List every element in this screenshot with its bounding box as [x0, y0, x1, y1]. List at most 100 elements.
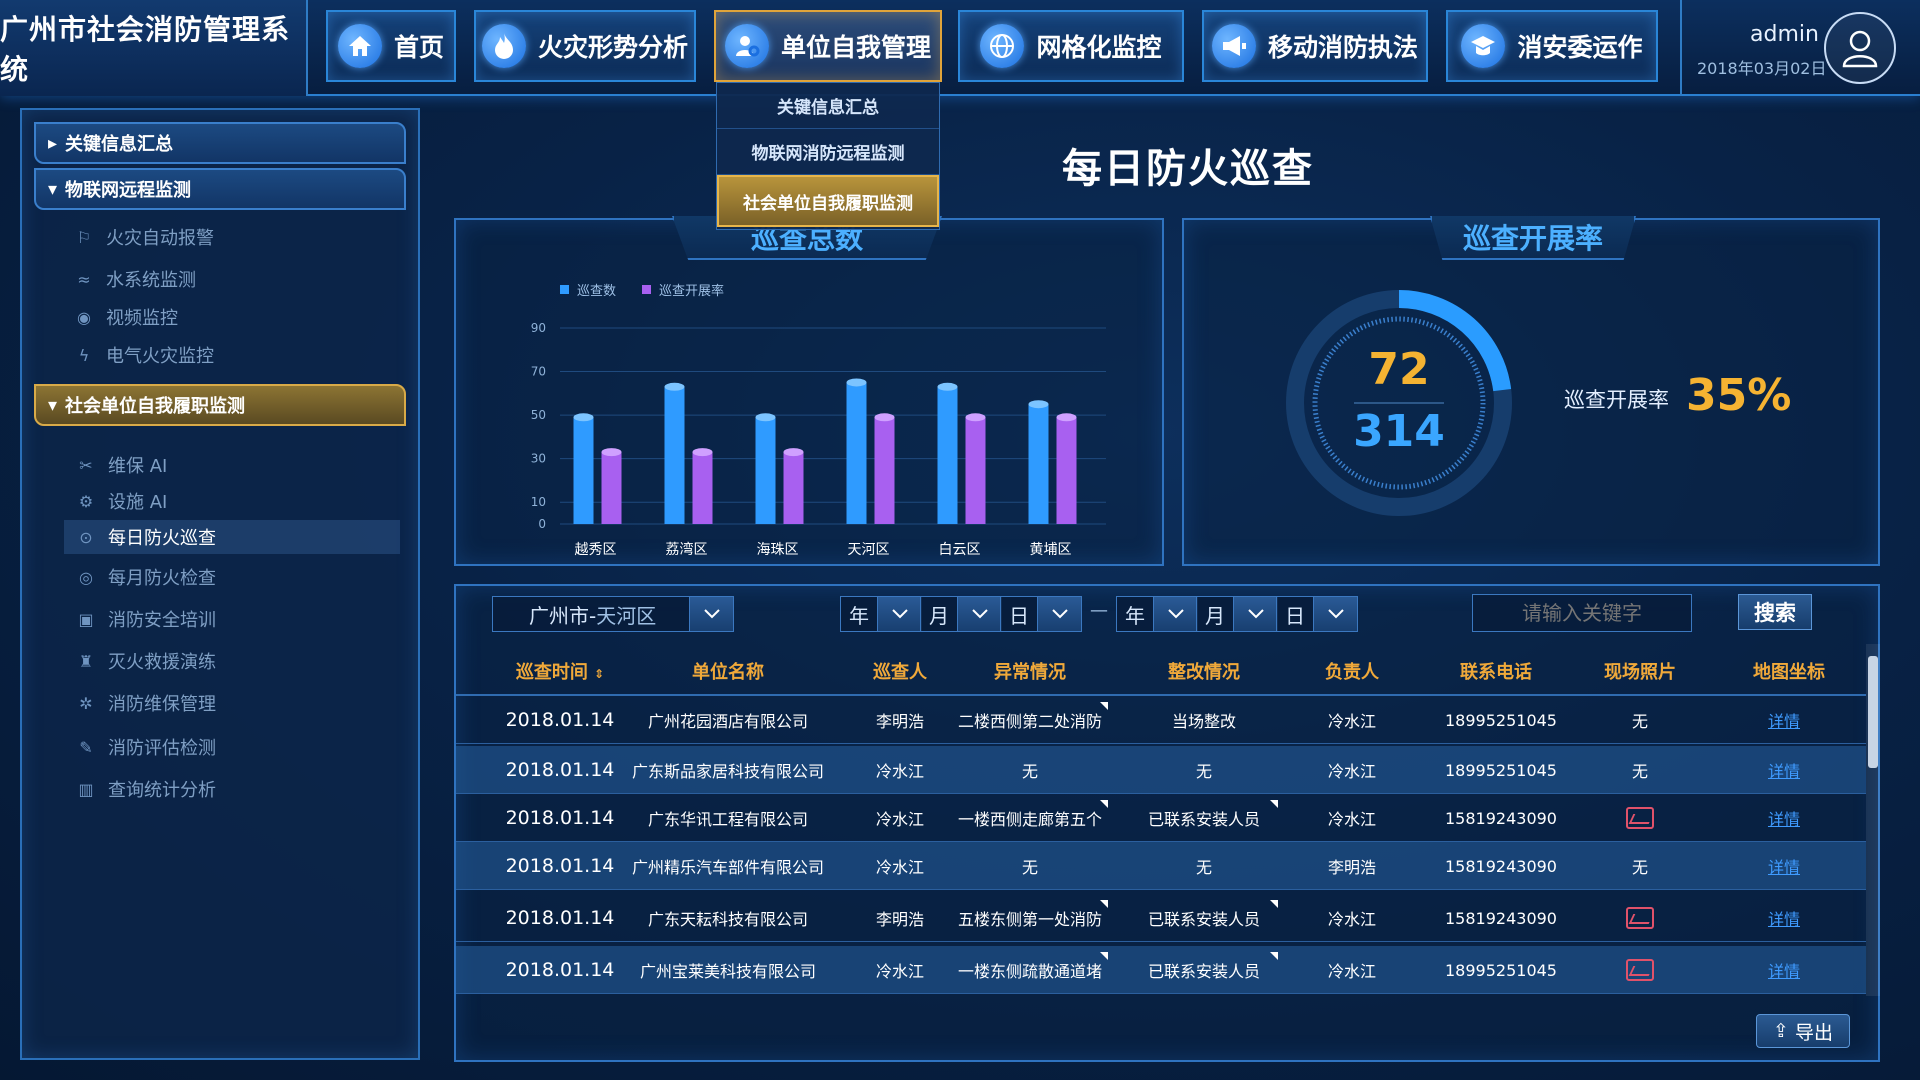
start-day-select[interactable]: 日 — [1000, 596, 1082, 632]
top-header: 广州市社会消防管理系统 首页 火灾形势分析 单位自我管理 网格化监控 移动消防执… — [0, 0, 1920, 96]
start-year-select[interactable]: 年 — [840, 596, 922, 632]
table-cell-abnormal: 一楼西侧走廊第五个 — [957, 810, 1102, 829]
panel-tab-title: 巡查开展率 — [1430, 216, 1636, 260]
tab-fire-analysis[interactable]: 火灾形势分析 — [474, 10, 696, 82]
bar-cap — [1028, 400, 1049, 409]
sidebar-item-label: 消防安全培训 — [108, 610, 216, 631]
search-button[interactable]: 搜索 — [1738, 594, 1812, 630]
tab-mobile-enforcement[interactable]: 移动消防执法 — [1202, 10, 1428, 82]
table-cell-map[interactable]: 详情 — [1734, 746, 1834, 794]
table-row[interactable]: 2018.01.14 广州宝莱美科技有限公司 冷水江 一楼东侧疏散通道堵 已联系安装人员… — [456, 946, 1866, 994]
chevron-down-icon — [877, 597, 921, 631]
table-cell-inspector: 李明浩 — [875, 910, 924, 929]
menu-item-self-duty[interactable]: 社会单位自我履职监测 — [717, 175, 939, 227]
bar — [1028, 404, 1049, 524]
chart-legend: 巡查数 巡查开展率 — [560, 280, 724, 299]
x-tick-label: 越秀区 — [575, 542, 617, 556]
table-cell-photo[interactable] — [1590, 794, 1690, 842]
select-label: 年 — [849, 603, 869, 628]
end-year-select[interactable]: 年 — [1116, 596, 1198, 632]
rate-donut — [1286, 290, 1512, 516]
bar-cap — [783, 448, 804, 457]
sidebar-item-assessment[interactable]: ✎ 消防评估检测 — [74, 730, 216, 764]
image-icon[interactable] — [1626, 959, 1654, 981]
sidebar-item-maintenance-mgmt[interactable]: ✲ 消防维保管理 — [74, 686, 216, 720]
export-icon: ⇪ — [1773, 1020, 1789, 1042]
sidebar-item-monthly-check[interactable]: ◎ 每月防火检查 — [74, 560, 216, 594]
bar-cap — [755, 413, 776, 422]
y-tick-label: 50 — [531, 408, 546, 422]
end-day-select[interactable]: 日 — [1276, 596, 1358, 632]
table-cell-owner: 李明浩 — [1327, 858, 1376, 877]
image-icon[interactable] — [1626, 807, 1654, 829]
table-row[interactable]: 2018.01.14 广东斯品家居科技有限公司 冷水江 无 无 冷水江 1899525104… — [456, 746, 1866, 794]
table-cell-map[interactable]: 详情 — [1734, 842, 1834, 890]
sidebar-group-key-info[interactable]: ▸ 关键信息汇总 — [34, 122, 406, 164]
table-cell-unit: 广东斯品家居科技有限公司 — [631, 762, 824, 781]
bar — [573, 417, 594, 524]
org-chart-icon: ▾ — [48, 178, 58, 200]
tab-safety-committee[interactable]: 消安委运作 — [1446, 10, 1658, 82]
table-cell-inspector: 李明浩 — [875, 712, 924, 731]
table-cell-map[interactable]: 详情 — [1734, 946, 1834, 994]
user-gear-icon — [724, 24, 769, 68]
sidebar-group-self-duty[interactable]: ▾ 社会单位自我履职监测 — [34, 384, 406, 426]
export-button[interactable]: ⇪ 导出 — [1756, 1014, 1850, 1048]
sidebar-item-electrical[interactable]: ϟ 电气火灾监控 — [72, 338, 214, 372]
sidebar-item-label: 维保 AI — [108, 456, 168, 477]
tab-grid-monitoring[interactable]: 网格化监控 — [958, 10, 1184, 82]
sidebar-group-iot[interactable]: ▾ 物联网远程监测 — [34, 168, 406, 210]
table-cell-photo[interactable] — [1590, 894, 1690, 942]
current-date: 2018年03月02日 — [1697, 59, 1827, 78]
tab-unit-self-management[interactable]: 单位自我管理 — [714, 10, 942, 82]
chevron-down-icon — [1153, 597, 1197, 631]
table-cell-map[interactable]: 详情 — [1734, 696, 1834, 744]
rate-value: 35% — [1686, 370, 1792, 421]
lightning-icon: ϟ — [78, 345, 90, 365]
table-cell-owner: 冷水江 — [1327, 962, 1376, 981]
table-row[interactable]: 2018.01.14 广州精乐汽车部件有限公司 冷水江 无 无 李明浩 1581924309… — [456, 842, 1866, 890]
table-cell-photo: 无 — [1631, 762, 1648, 781]
legend-label: 巡查开展率 — [659, 284, 725, 299]
image-icon[interactable] — [1626, 907, 1654, 929]
table-row[interactable]: 2018.01.14 广州花园酒店有限公司 李明浩 二楼西侧第二处消防 当场整改 冷水江 1… — [456, 696, 1866, 744]
table-cell-map[interactable]: 详情 — [1734, 794, 1834, 842]
table-cell-unit: 广州花园酒店有限公司 — [647, 712, 808, 731]
sidebar-item-water-system[interactable]: ≈ 水系统监测 — [72, 262, 196, 296]
tab-home[interactable]: 首页 — [326, 10, 456, 82]
table-cell-map[interactable]: 详情 — [1734, 894, 1834, 942]
sidebar-item-maintenance-ai[interactable]: ✂ 维保 AI — [74, 448, 167, 482]
menu-item-key-info[interactable]: 关键信息汇总 — [717, 83, 939, 129]
sidebar-item-safety-training[interactable]: ▣ 消防安全培训 — [74, 602, 216, 636]
table-cell-photo[interactable] — [1590, 946, 1690, 994]
sidebar-item-fire-alarm[interactable]: ⚐ 火灾自动报警 — [72, 220, 214, 254]
sidebar-item-label: 设施 AI — [108, 492, 168, 513]
page-title: 每日防火巡查 — [1062, 146, 1314, 192]
group-label: 物联网远程监测 — [65, 180, 192, 201]
sidebar-item-daily-patrol[interactable]: ⊙ 每日防火巡查 — [64, 520, 400, 554]
table-cell-abnormal: 一楼东侧疏散通道堵 — [957, 962, 1102, 981]
avatar[interactable] — [1824, 12, 1896, 84]
sidebar-item-rescue-drill[interactable]: ♜ 灭火救援演练 — [74, 644, 216, 678]
sidebar-item-statistics[interactable]: ▥ 查询统计分析 — [74, 772, 216, 806]
sidebar-item-video[interactable]: ◉ 视频监控 — [72, 300, 178, 334]
sort-icon[interactable]: ⇕ — [594, 667, 604, 681]
table-row[interactable]: 2018.01.14 广东华讯工程有限公司 冷水江 一楼西侧走廊第五个 已联系安装人员 冷… — [456, 794, 1866, 842]
scroll-thumb[interactable] — [1868, 656, 1878, 768]
col-header-unit: 单位名称 — [692, 662, 764, 683]
table-row[interactable]: 2018.01.14 广东天耘科技有限公司 李明浩 五楼东侧第一处消防 已联系安装人员 冷… — [456, 894, 1866, 942]
end-month-select[interactable]: 月 — [1196, 596, 1278, 632]
col-header-time[interactable]: 巡查时间 ⇕ — [500, 658, 620, 683]
search-input[interactable] — [1472, 594, 1692, 632]
alarm-icon: ⚐ — [76, 227, 92, 247]
menu-item-iot-monitoring[interactable]: 物联网消防远程监测 — [717, 129, 939, 175]
table-scrollbar[interactable] — [1866, 644, 1880, 996]
select-label: 日 — [1009, 603, 1029, 628]
group-label: 关键信息汇总 — [65, 134, 174, 155]
col-header-owner: 负责人 — [1325, 662, 1379, 683]
tab-label: 消安委运作 — [1517, 33, 1643, 62]
region-select[interactable]: 广州市-天河区 — [492, 596, 734, 632]
sidebar-item-facility-ai[interactable]: ⚙ 设施 AI — [74, 484, 168, 518]
col-header-rectify: 整改情况 — [1168, 662, 1240, 683]
start-month-select[interactable]: 月 — [920, 596, 1002, 632]
